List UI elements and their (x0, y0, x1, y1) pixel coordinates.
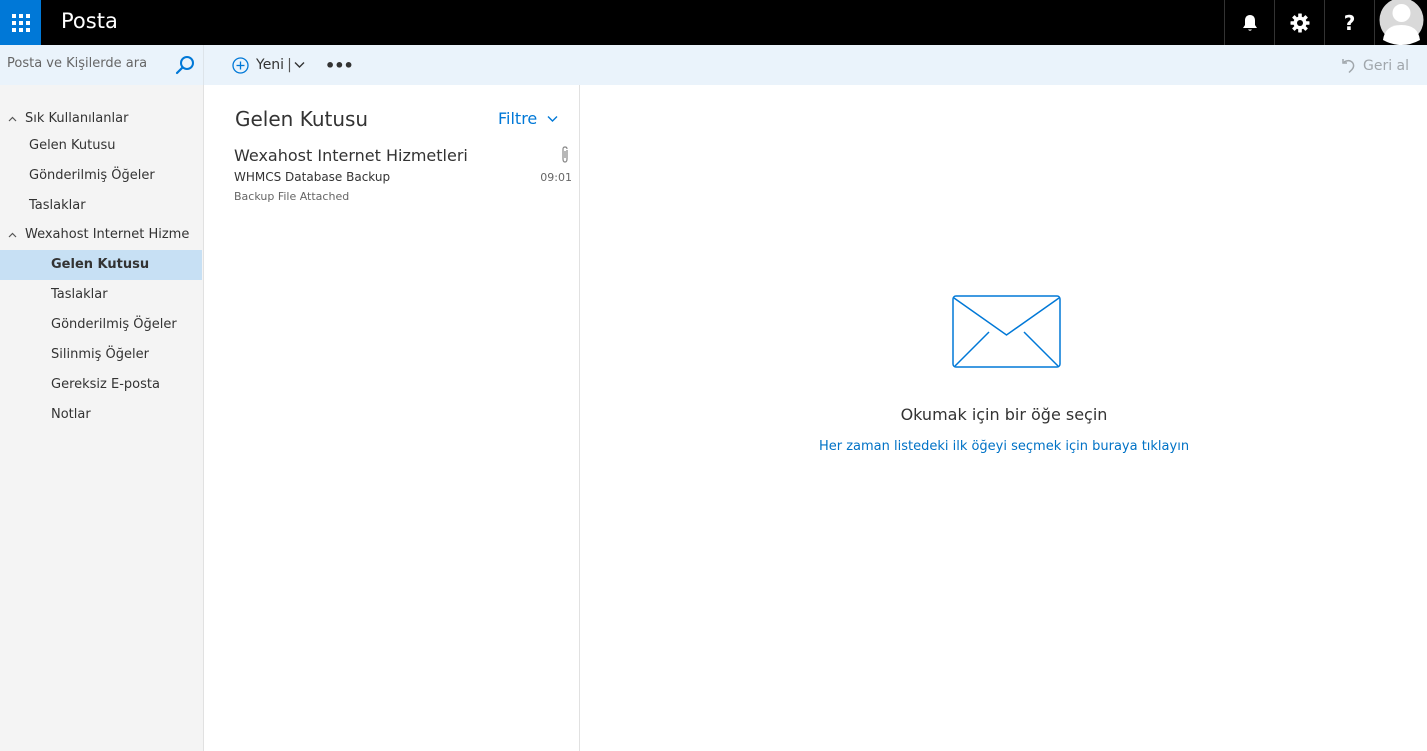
folder-item-inbox[interactable]: Gelen Kutusu (51, 257, 149, 272)
folder-item-junk[interactable]: Gereksiz E-posta (51, 377, 160, 392)
account-header[interactable]: Wexahost Internet Hizme (8, 227, 189, 242)
message-subject: WHMCS Database Backup (234, 170, 391, 184)
undo-button[interactable]: Geri al (1340, 55, 1409, 77)
favorites-header[interactable]: Sık Kullanılanlar (8, 111, 128, 126)
list-title: Gelen Kutusu (235, 107, 369, 131)
search-input[interactable]: Posta ve Kişilerde ara (7, 56, 147, 71)
search-icon[interactable] (175, 55, 195, 75)
new-button-separator: | (287, 57, 292, 73)
new-message-button[interactable]: Yeni | (232, 53, 305, 77)
settings-button[interactable] (1274, 0, 1324, 45)
search-box[interactable]: Posta ve Kişilerde ara (0, 45, 204, 85)
favorites-item-inbox[interactable]: Gelen Kutusu (29, 138, 116, 153)
more-actions-button[interactable]: ••• (325, 53, 354, 77)
undo-label: Geri al (1363, 58, 1410, 74)
avatar[interactable] (1374, 0, 1427, 45)
waffle-icon[interactable] (0, 0, 41, 45)
filter-button[interactable]: Filtre (498, 109, 558, 128)
message-preview: Backup File Attached (234, 190, 350, 203)
undo-icon (1342, 59, 1355, 74)
folder-pane: Sık Kullanılanlar Gelen Kutusu Gönderilm… (0, 85, 204, 751)
filter-label: Filtre (498, 109, 538, 128)
command-bar (0, 45, 1427, 85)
chevron-up-icon (8, 112, 25, 125)
favorites-item-sent[interactable]: Gönderilmiş Öğeler (29, 168, 155, 183)
envelope-icon (952, 295, 1061, 368)
app-title[interactable]: Posta (61, 0, 118, 45)
help-icon: ? (1343, 10, 1356, 35)
notifications-button[interactable] (1224, 0, 1274, 45)
gear-icon (1290, 13, 1309, 32)
select-first-item-link[interactable]: Her zaman listedeki ilk öğeyi seçmek içi… (581, 439, 1427, 454)
message-time: 09:01 (540, 171, 572, 184)
message-list: Gelen Kutusu Filtre Wexahost Internet Hi… (205, 85, 580, 751)
chevron-down-icon (547, 115, 558, 122)
plus-circle-icon (232, 56, 249, 74)
folder-item-sent[interactable]: Gönderilmiş Öğeler (51, 317, 177, 332)
folder-item-notes[interactable]: Notlar (51, 407, 91, 422)
empty-state-title: Okumak için bir öğe seçin (900, 405, 1108, 424)
chevron-up-icon (8, 228, 25, 241)
folder-item-deleted[interactable]: Silinmiş Öğeler (51, 347, 149, 362)
message-item[interactable]: Wexahost Internet Hizmetleri WHMCS Datab… (205, 143, 579, 209)
bell-icon (1242, 14, 1257, 31)
folder-item-drafts[interactable]: Taslaklar (51, 287, 108, 302)
top-bar: Posta ? (0, 0, 1427, 45)
avatar-icon (1379, 0, 1424, 45)
reading-pane: Okumak için bir öğe seçin Her zaman list… (581, 85, 1427, 751)
paperclip-icon (562, 146, 568, 163)
favorites-item-drafts[interactable]: Taslaklar (29, 198, 86, 213)
new-button-label: Yeni (256, 57, 285, 73)
chevron-down-icon[interactable] (294, 61, 305, 69)
message-sender: Wexahost Internet Hizmetleri (234, 146, 468, 165)
help-button[interactable]: ? (1324, 0, 1374, 45)
